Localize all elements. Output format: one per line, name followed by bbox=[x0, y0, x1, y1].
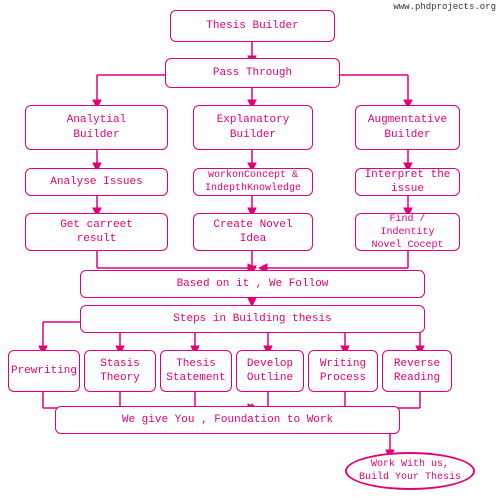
analyse-issues-label: Analyse Issues bbox=[50, 175, 142, 189]
writing-process-box: Writing Process bbox=[308, 350, 378, 392]
prewriting-box: Prewriting bbox=[8, 350, 80, 392]
develop-outline-label: Develop Outline bbox=[247, 357, 293, 386]
reverse-reading-box: Reverse Reading bbox=[382, 350, 452, 392]
stasis-theory-label: Stasis Theory bbox=[100, 357, 140, 386]
pass-through-label: Pass Through bbox=[213, 66, 292, 80]
steps-building-box: Steps in Building thesis bbox=[80, 305, 425, 333]
writing-process-label: Writing Process bbox=[320, 357, 366, 386]
diagram: www.phdprojects.org bbox=[0, 0, 500, 500]
augmentative-builder-label: Augmentative Builder bbox=[368, 113, 447, 142]
interpret-issue-box: Interpret the issue bbox=[355, 168, 460, 196]
watermark-text: www.phdprojects.org bbox=[393, 2, 496, 12]
interpret-issue-label: Interpret the issue bbox=[365, 168, 451, 197]
analytical-builder-label: Analytial Builder bbox=[67, 113, 126, 142]
develop-outline-box: Develop Outline bbox=[236, 350, 304, 392]
based-on-it-box: Based on it , We Follow bbox=[80, 270, 425, 298]
thesis-builder-box: Thesis Builder bbox=[170, 10, 335, 42]
explanatory-builder-box: Explanatory Builder bbox=[193, 105, 313, 150]
analytical-builder-box: Analytial Builder bbox=[25, 105, 168, 150]
stasis-theory-box: Stasis Theory bbox=[84, 350, 156, 392]
create-novel-box: Create Novel Idea bbox=[193, 213, 313, 251]
pass-through-box: Pass Through bbox=[165, 58, 340, 88]
thesis-statement-label: Thesis Statement bbox=[166, 357, 225, 386]
augmentative-builder-box: Augmentative Builder bbox=[355, 105, 460, 150]
work-with-us-box: Work With us, Build Your Thesis bbox=[345, 452, 475, 490]
find-indentity-box: Find / Indentity Novel Cocept bbox=[355, 213, 460, 251]
prewriting-label: Prewriting bbox=[11, 364, 77, 378]
create-novel-label: Create Novel Idea bbox=[213, 218, 292, 247]
work-with-us-label: Work With us, Build Your Thesis bbox=[359, 458, 461, 484]
find-indentity-label: Find / Indentity Novel Cocept bbox=[360, 213, 455, 252]
based-on-it-label: Based on it , We Follow bbox=[177, 277, 329, 291]
analyse-issues-box: Analyse Issues bbox=[25, 168, 168, 196]
foundation-label: We give You , Foundation to Work bbox=[122, 413, 333, 427]
thesis-builder-label: Thesis Builder bbox=[206, 19, 298, 33]
foundation-box: We give You , Foundation to Work bbox=[55, 406, 400, 434]
steps-building-label: Steps in Building thesis bbox=[173, 312, 331, 326]
get-carret-label: Get carreet result bbox=[60, 218, 133, 247]
reverse-reading-label: Reverse Reading bbox=[394, 357, 440, 386]
get-carret-box: Get carreet result bbox=[25, 213, 168, 251]
workon-concept-label: workonConcept & IndepthKnowledge bbox=[205, 169, 301, 195]
thesis-statement-box: Thesis Statement bbox=[160, 350, 232, 392]
workon-concept-box: workonConcept & IndepthKnowledge bbox=[193, 168, 313, 196]
explanatory-builder-label: Explanatory Builder bbox=[217, 113, 290, 142]
